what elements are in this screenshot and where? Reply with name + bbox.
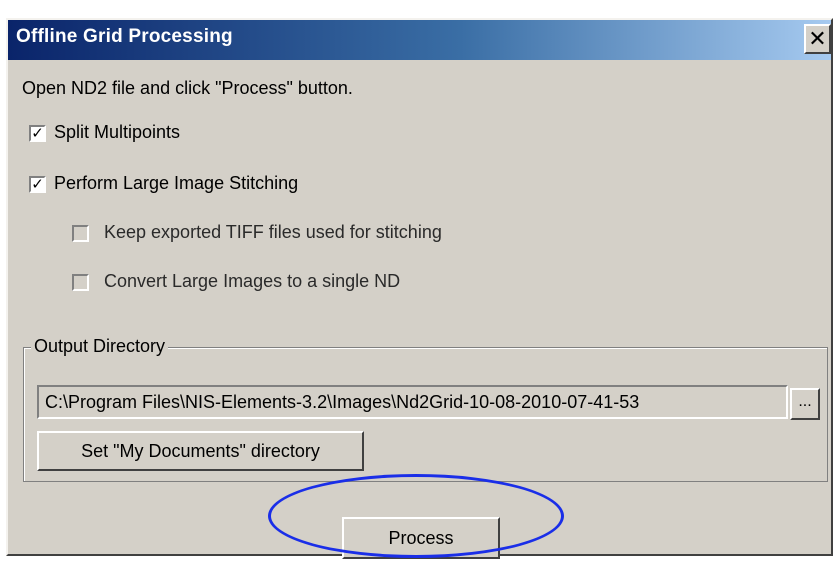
large-image-stitching-checkbox[interactable]: ✓	[29, 176, 46, 193]
set-my-documents-button[interactable]: Set "My Documents" directory	[37, 431, 364, 471]
split-multipoints-label[interactable]: Split Multipoints	[54, 122, 180, 143]
output-directory-path-field[interactable]: C:\Program Files\NIS-Elements-3.2\Images…	[37, 385, 788, 419]
instructions-text: Open ND2 file and click "Process" button…	[22, 78, 353, 98]
close-button[interactable]: ✕	[804, 24, 831, 54]
keep-tiff-files-label[interactable]: Keep exported TIFF files used for stitch…	[104, 222, 442, 243]
keep-tiff-files-checkbox[interactable]	[72, 225, 89, 242]
checkmark-icon: ✓	[31, 176, 44, 193]
process-button[interactable]: Process	[342, 517, 500, 559]
checkmark-icon: ✓	[31, 125, 44, 142]
title-bar: Offline Grid Processing ✕	[8, 20, 831, 60]
window-title: Offline Grid Processing	[16, 26, 233, 47]
large-image-stitching-label[interactable]: Perform Large Image Stitching	[54, 173, 298, 194]
browse-button[interactable]: ...	[790, 388, 820, 420]
convert-single-nd-label[interactable]: Convert Large Images to a single ND	[104, 271, 400, 292]
close-icon: ✕	[808, 26, 827, 51]
offline-grid-processing-dialog: Offline Grid Processing ✕ Open ND2 file …	[6, 18, 833, 559]
output-directory-label: Output Directory	[31, 336, 169, 357]
convert-single-nd-checkbox[interactable]	[72, 274, 89, 291]
split-multipoints-checkbox[interactable]: ✓	[29, 125, 46, 142]
